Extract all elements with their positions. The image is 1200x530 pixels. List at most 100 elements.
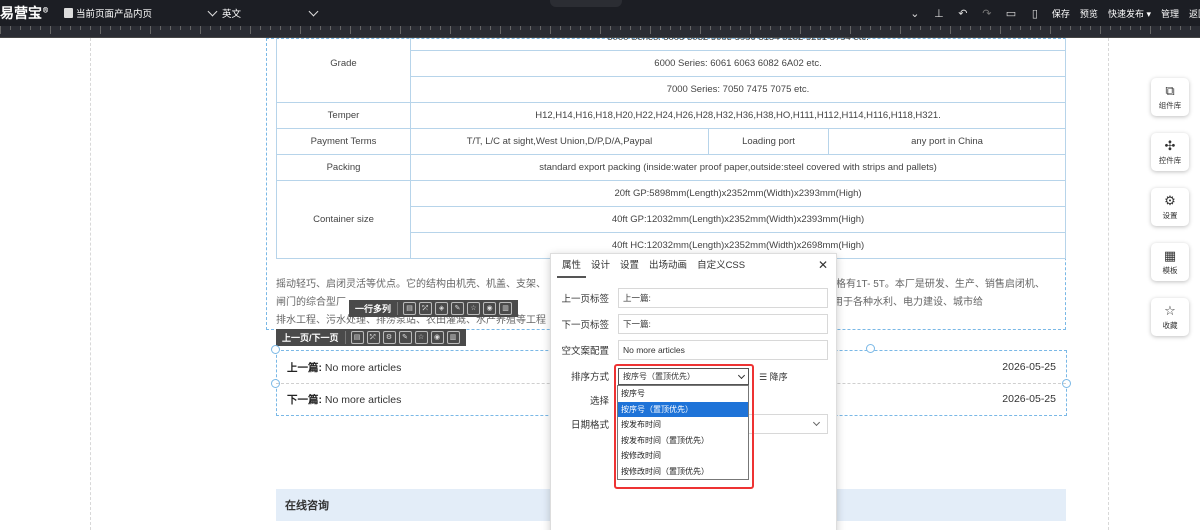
ruler-tick	[570, 26, 571, 30]
next-label: 下一篇:	[287, 393, 322, 406]
collapse-icon[interactable]: ⌄	[903, 0, 927, 26]
guide-line	[90, 38, 91, 530]
ruler-tick	[130, 26, 131, 30]
language-select[interactable]: 英文	[222, 6, 319, 20]
ruler-tick	[90, 26, 91, 30]
ruler-tick	[490, 26, 491, 30]
edit-icon[interactable]: ▤	[403, 302, 417, 315]
toolbar-collapse-tab[interactable]	[550, 0, 622, 7]
controls-button[interactable]: ✣ 控件库	[1151, 133, 1189, 171]
ruler-tick	[890, 26, 891, 30]
ruler-tick	[680, 26, 681, 30]
ruler-tick	[880, 26, 881, 30]
gear-icon: ⚙	[1164, 192, 1176, 208]
guide-line	[1108, 38, 1109, 530]
next-value[interactable]: No more articles	[325, 394, 401, 406]
mobile-icon[interactable]: ▯	[1023, 0, 1047, 26]
back-button[interactable]: 返回	[1184, 7, 1200, 20]
magic-icon[interactable]: ✎	[398, 331, 412, 344]
ruler-tick	[920, 26, 921, 30]
ruler-tick	[690, 26, 691, 30]
ruler-tick	[160, 26, 161, 30]
ruler-tick	[460, 26, 461, 30]
ruler-tick	[950, 26, 951, 34]
ruler-tick	[550, 26, 551, 34]
empty-text-input[interactable]: No more articles	[618, 340, 828, 360]
copy-icon: ⧉	[1165, 82, 1175, 98]
ruler-tick	[1080, 26, 1081, 30]
trash-icon[interactable]: ▥	[499, 302, 513, 315]
ruler-tick	[340, 26, 341, 30]
magic-icon[interactable]: ✎	[451, 302, 465, 315]
tab-settings[interactable]: 设置	[615, 254, 644, 278]
ruler-tick	[170, 26, 171, 30]
prev-tag-input[interactable]: 上一篇:	[618, 288, 828, 308]
redo-icon[interactable]: ↷	[975, 0, 999, 26]
ruler-tick	[500, 26, 501, 34]
table-row: Temper H12,H14,H16,H18,H20,H22,H24,H26,H2…	[276, 102, 1067, 129]
tab-custom-css[interactable]: 自定义CSS	[692, 254, 750, 278]
star-icon[interactable]: ☆	[467, 302, 481, 315]
ruler-tick	[830, 26, 831, 30]
save-button[interactable]: 保存	[1047, 7, 1075, 20]
ruler-tick	[210, 26, 211, 30]
prev-value[interactable]: No more articles	[325, 362, 401, 374]
ruler-tick	[230, 26, 231, 30]
gear-icon[interactable]: ⚙	[382, 331, 396, 344]
ruler-tick	[810, 26, 811, 30]
row-columns-toolbar[interactable]: 一行多列 ▤ ⤱ ◈ ✎ ☆ ◉ ▥	[349, 300, 519, 317]
puzzle-icon: ✣	[1164, 137, 1176, 153]
next-tag-input[interactable]: 下一篇:	[618, 314, 828, 334]
favorites-button[interactable]: ☆ 收藏	[1151, 298, 1189, 336]
ruler-tick	[310, 26, 311, 30]
eye-icon[interactable]: ◉	[430, 331, 444, 344]
close-icon[interactable]: ✕	[818, 258, 828, 272]
ruler-tick	[990, 26, 991, 30]
templates-button[interactable]: ▦ 模板	[1151, 243, 1189, 281]
ruler-tick	[360, 26, 361, 30]
layers-icon[interactable]: ◈	[435, 302, 449, 315]
ruler-tick	[270, 26, 271, 30]
undo-icon[interactable]: ↶	[951, 0, 975, 26]
table-cell: 40ft GP:12032mm(Length)x2352mm(Width)x23…	[409, 206, 1067, 233]
star-icon[interactable]: ☆	[414, 331, 428, 344]
ruler-tick	[150, 26, 151, 34]
desc-toggle[interactable]: ☰ 降序	[759, 370, 788, 383]
ruler-tick	[370, 26, 371, 30]
table-cell: 6000 Series: 6061 6063 6082 6A02 etc.	[409, 50, 1067, 77]
ruler-tick	[40, 26, 41, 30]
ruler-tick	[290, 26, 291, 30]
tab-animation[interactable]: 出场动画	[644, 254, 692, 278]
settings-button[interactable]: ⚙ 设置	[1151, 188, 1189, 226]
manage-button[interactable]: 管理	[1156, 7, 1184, 20]
preview-button[interactable]: 预览	[1075, 7, 1103, 20]
ruler-tick	[740, 26, 741, 30]
page-select[interactable]: 当前页面产品内页	[58, 6, 218, 20]
quick-publish-button[interactable]: 快速发布 ▾	[1103, 7, 1156, 20]
tab-design[interactable]: 设计	[586, 254, 615, 278]
ruler-tick	[930, 26, 931, 30]
align-icon[interactable]: ⊥	[927, 0, 951, 26]
components-button[interactable]: ⧉ 组件库	[1151, 78, 1189, 116]
move-icon[interactable]: ⤱	[366, 331, 380, 344]
highlight-annotation	[614, 364, 754, 489]
ruler-tick	[1060, 26, 1061, 30]
ruler-tick	[410, 26, 411, 30]
ruler-tick	[380, 26, 381, 30]
ruler-tick	[1100, 26, 1101, 34]
ruler-tick	[590, 26, 591, 30]
desktop-icon[interactable]: ▭	[999, 0, 1023, 26]
ruler-tick	[300, 26, 301, 34]
move-icon[interactable]: ⤱	[419, 302, 433, 315]
trash-icon[interactable]: ▥	[446, 331, 460, 344]
prev-next-toolbar[interactable]: 上一页/下一页 ▤ ⤱ ⚙ ✎ ☆ ◉ ▥	[276, 329, 466, 346]
ruler-tick	[1150, 26, 1151, 34]
ruler-tick	[50, 26, 51, 34]
ruler-tick	[730, 26, 731, 30]
tab-properties[interactable]: 属性	[557, 254, 587, 278]
ruler-tick	[1190, 26, 1191, 30]
eye-icon[interactable]: ◉	[483, 302, 497, 315]
edit-icon[interactable]: ▤	[350, 331, 364, 344]
ruler-tick	[180, 26, 181, 30]
table-cell: 5000 Series: 5005 5052 5083 5086 5154 51…	[409, 38, 1067, 51]
